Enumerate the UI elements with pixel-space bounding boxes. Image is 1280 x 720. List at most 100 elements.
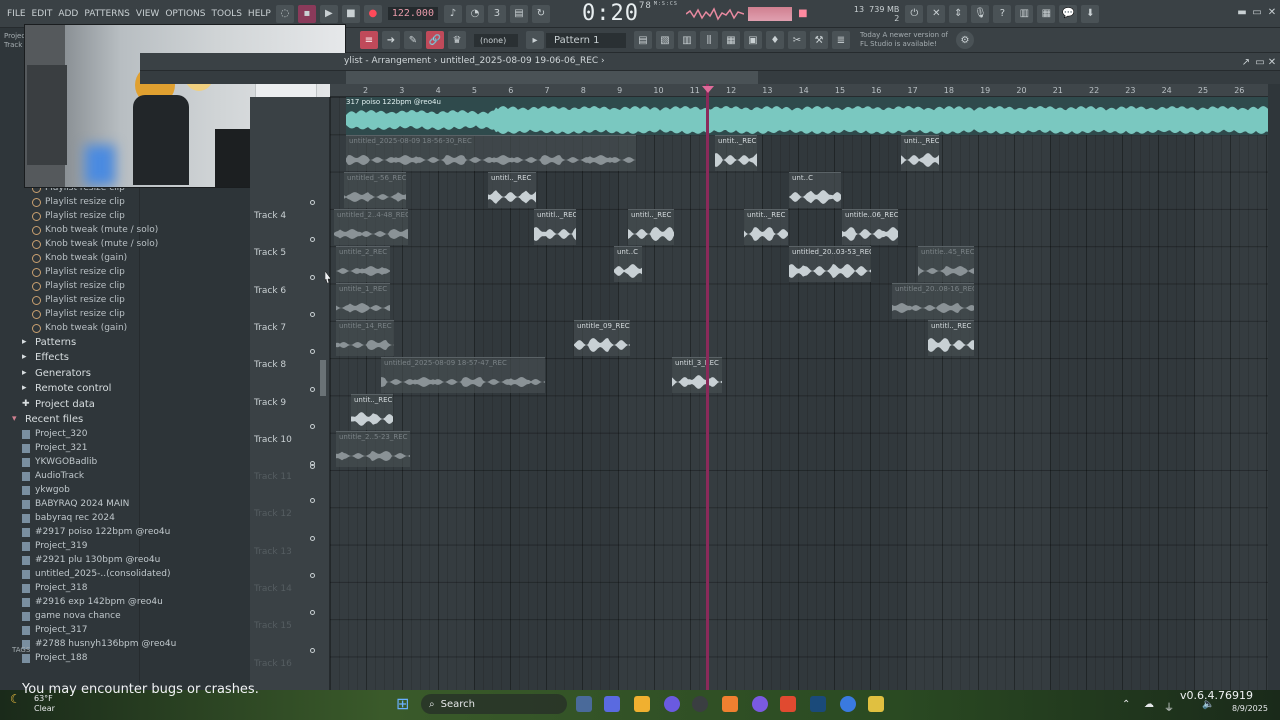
- stopwatch-icon[interactable]: ▣: [744, 31, 762, 49]
- history-item[interactable]: Playlist resize clip: [32, 279, 125, 293]
- record-button[interactable]: ●: [363, 4, 382, 23]
- recent-file-item[interactable]: babyraq rec 2024: [22, 511, 115, 525]
- audio-clip[interactable]: untitle_1_REC: [336, 283, 390, 319]
- plugin-picker-icon[interactable]: ♦: [766, 31, 784, 49]
- audio-clip[interactable]: untitle_14_REC: [336, 320, 394, 356]
- recent-file-item[interactable]: game nova chance: [22, 609, 121, 623]
- fl-studio-icon[interactable]: [722, 696, 738, 712]
- help-icon[interactable]: ?: [993, 4, 1012, 23]
- menu-view[interactable]: VIEW: [133, 9, 162, 19]
- tray-network-icon[interactable]: ☁: [1144, 699, 1154, 710]
- audio-clip[interactable]: untitled_20..03-53_REC: [789, 246, 871, 282]
- menu-add[interactable]: ADD: [55, 9, 81, 19]
- edge-icon[interactable]: [840, 696, 856, 712]
- folder-item[interactable]: ▸ Effects: [22, 350, 69, 365]
- draw-tool-icon[interactable]: ✎: [404, 31, 422, 49]
- audio-clip[interactable]: untitle_2..5-23_REC: [336, 431, 410, 467]
- track-scrollbar[interactable]: [320, 360, 326, 396]
- snap-selector[interactable]: (none): [474, 33, 518, 47]
- recent-file-item[interactable]: #2921 plu 130bpm @reo4u: [22, 553, 160, 567]
- windows-start-icon[interactable]: ⊞: [396, 696, 412, 712]
- audio-input-icon[interactable]: ⇕: [949, 4, 968, 23]
- track-label[interactable]: Track 15: [254, 621, 292, 631]
- brave-icon[interactable]: [780, 696, 796, 712]
- metronome-icon[interactable]: ♪: [443, 4, 462, 23]
- playlist-detach-icon[interactable]: ↗: [1240, 57, 1252, 69]
- tray-mic-icon[interactable]: ⏚: [1164, 699, 1174, 714]
- recent-file-item[interactable]: Project_321: [22, 441, 87, 455]
- audio-clip[interactable]: untitle_09_REC: [574, 320, 630, 356]
- recent-file-item[interactable]: Project_188: [22, 651, 87, 665]
- audio-clip[interactable]: untitl.._REC: [534, 209, 576, 245]
- audio-clip[interactable]: untitl.._REC: [928, 320, 974, 356]
- audio-clip[interactable]: unt..C: [614, 246, 642, 282]
- recent-file-item[interactable]: ykwgob: [22, 483, 70, 497]
- audio-clip[interactable]: untitled_-56_REC: [344, 172, 406, 208]
- loop-record-icon[interactable]: ↻: [531, 4, 550, 23]
- menu-help[interactable]: HELP: [245, 9, 274, 19]
- playhead-marker-icon[interactable]: [702, 86, 714, 93]
- history-item[interactable]: Knob tweak (gain): [32, 251, 127, 265]
- mic-icon[interactable]: 🎙: [971, 4, 990, 23]
- pattern-prev-icon[interactable]: ▸: [526, 31, 544, 49]
- close-icon[interactable]: ✕: [1266, 7, 1278, 19]
- track-mute-dot[interactable]: [310, 311, 315, 317]
- download-icon[interactable]: ⬇: [1081, 4, 1100, 23]
- playlist-close-icon[interactable]: ✕: [1266, 57, 1278, 69]
- folder-item[interactable]: ▸ Remote control: [22, 381, 111, 396]
- track-label[interactable]: Track 12: [254, 509, 292, 519]
- history-item[interactable]: Knob tweak (gain): [32, 321, 127, 335]
- countdown-icon[interactable]: 3: [487, 4, 506, 23]
- vertical-scroll-track[interactable]: [1268, 84, 1280, 690]
- audio-clip[interactable]: untit.._REC: [351, 394, 393, 430]
- track-mute-dot[interactable]: [310, 464, 315, 469]
- recent-file-item[interactable]: AudioTrack: [22, 469, 84, 483]
- recent-file-item[interactable]: Project_317: [22, 623, 87, 637]
- online-icon[interactable]: ⏻: [905, 4, 924, 23]
- folder-item[interactable]: ▸ Generators: [22, 366, 91, 381]
- maximize-icon[interactable]: ▭: [1251, 7, 1263, 19]
- recent-file-item[interactable]: #2916 exp 142bpm @reo4u: [22, 595, 163, 609]
- recent-file-item[interactable]: YKWGOBadlib: [22, 455, 97, 469]
- recent-file-item[interactable]: Project_320: [22, 427, 87, 441]
- browser-app-icon[interactable]: [752, 696, 768, 712]
- audio-clip[interactable]: untitled_2025-08-09 18-56-30_REC: [346, 135, 636, 171]
- folder-item[interactable]: ✚ Project data: [22, 397, 95, 412]
- plugin-database-icon[interactable]: ▥: [1015, 4, 1034, 23]
- audio-clip[interactable]: untitle_2_REC: [336, 246, 390, 282]
- news-panel[interactable]: Today A newer version of FL Studio is av…: [860, 31, 948, 49]
- file-explorer-icon[interactable]: [634, 696, 650, 712]
- recent-file-item[interactable]: #2788 husnyh136bpm @reo4u: [22, 637, 176, 651]
- playlist-menu-icon[interactable]: ≡: [360, 31, 378, 49]
- chat-icon[interactable]: 💬: [1059, 4, 1078, 23]
- track-mute-dot[interactable]: [310, 573, 315, 578]
- menu-patterns[interactable]: PATTERNS: [81, 9, 133, 19]
- pattern-song-toggle[interactable]: ▪: [297, 4, 316, 23]
- track-label[interactable]: Track 11: [254, 472, 292, 482]
- menu-options[interactable]: OPTIONS: [162, 9, 208, 19]
- audio-clip[interactable]: untitled_20..08-16_REC: [892, 283, 974, 319]
- master-audio-clip[interactable]: 317 poiso 122bpm @reo4u: [346, 97, 1268, 135]
- history-item[interactable]: Playlist resize clip: [32, 293, 125, 307]
- track-mute-dot[interactable]: [310, 423, 315, 429]
- folder-item[interactable]: ▸ Patterns: [22, 335, 76, 350]
- history-item[interactable]: Playlist resize clip: [32, 195, 125, 209]
- news-settings-icon[interactable]: ⚙: [955, 31, 974, 49]
- recent-file-item[interactable]: Project_318: [22, 581, 87, 595]
- audio-clip[interactable]: untitle..45_REC: [918, 246, 974, 282]
- audio-clip[interactable]: unti.._REC: [901, 135, 939, 171]
- playlist-icon[interactable]: ▤: [634, 31, 652, 49]
- track-mute-dot[interactable]: [310, 535, 315, 541]
- song-position-display[interactable]: 0:2078 M:S:CS: [582, 1, 678, 26]
- mixer-toolbar-icon[interactable]: ⫼: [700, 31, 718, 49]
- track-label[interactable]: Track 6: [254, 286, 286, 296]
- recent-files-folder[interactable]: ▾ Recent files: [12, 412, 83, 427]
- history-item[interactable]: Knob tweak (mute / solo): [32, 237, 158, 251]
- tray-chevron-icon[interactable]: ⌃: [1122, 699, 1130, 710]
- task-view-icon[interactable]: [576, 696, 592, 712]
- audio-clip[interactable]: untitle..06_REC: [842, 209, 898, 245]
- history-item[interactable]: Knob tweak (mute / solo): [32, 223, 158, 237]
- audio-clip[interactable]: untit.._REC: [744, 209, 788, 245]
- track-label[interactable]: Track 4: [254, 211, 286, 221]
- track-mute-dot[interactable]: [310, 647, 315, 653]
